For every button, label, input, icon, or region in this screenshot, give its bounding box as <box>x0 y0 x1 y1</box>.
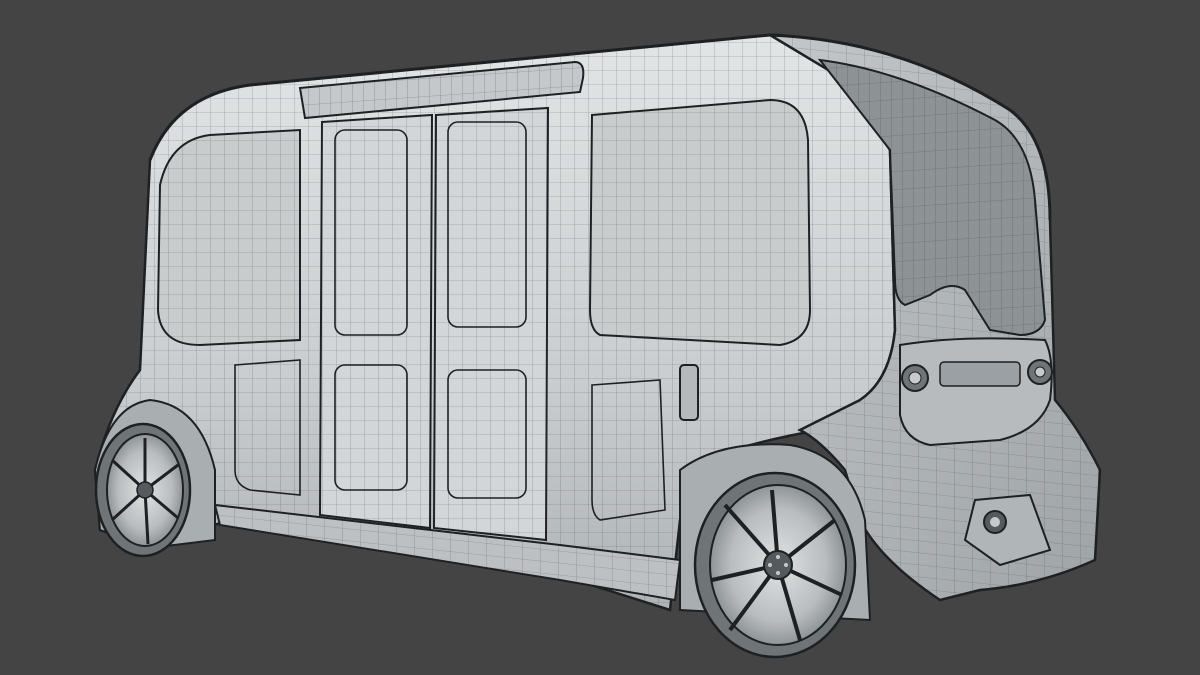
rear-lamp-left <box>901 364 929 392</box>
rear-lamp-right <box>1027 359 1053 385</box>
front-wheel <box>94 422 192 558</box>
door-handle <box>679 364 699 421</box>
render-canvas <box>93 33 1102 659</box>
rear-sensor-icon <box>983 510 1007 534</box>
front-wheel-hub <box>136 481 154 499</box>
rear-wheel <box>693 471 857 659</box>
sliding-door-left <box>318 113 434 530</box>
vehicle-body <box>93 33 1102 622</box>
sliding-door-right <box>432 106 550 542</box>
rear-license-recess <box>939 361 1021 387</box>
viewport <box>0 0 1200 675</box>
